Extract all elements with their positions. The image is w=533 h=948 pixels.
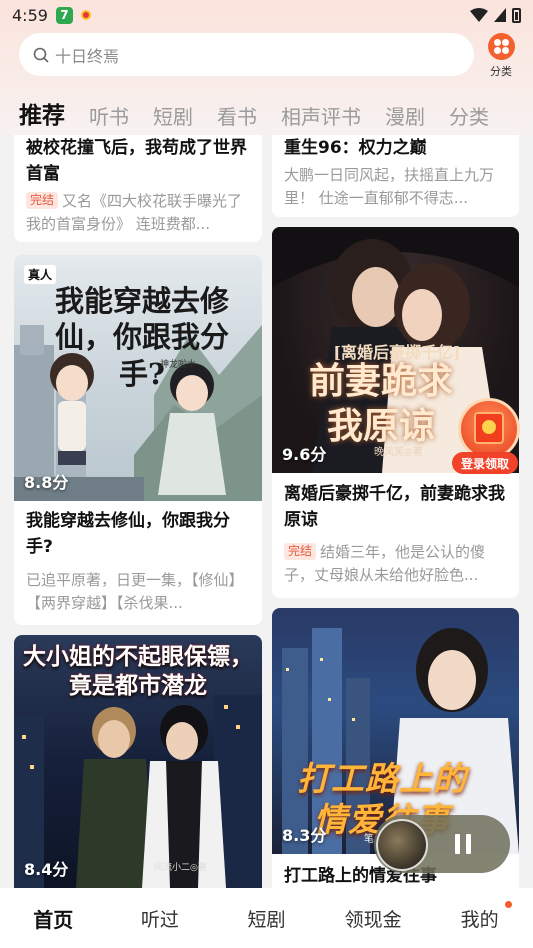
tab-audiobooks[interactable]: 听书: [89, 101, 129, 130]
category-button[interactable]: 分类: [484, 33, 518, 79]
nav-earn-cash[interactable]: 领现金: [320, 905, 427, 932]
battery-icon: [512, 7, 521, 23]
nav-history[interactable]: 听过: [107, 905, 214, 932]
bottom-navigation: 首页 听过 短剧 领现金 我的: [0, 888, 533, 948]
cover-title: 我能穿越去修仙，你跟我分手?: [54, 284, 229, 391]
book-desc: 已追平原著，日更一集，【修仙】【两界穿越】【杀伐果...: [26, 571, 244, 612]
book-cover: 大小姐的不起眼保镖，竟是都市潜龙 风流小二◎著 8.4分: [14, 635, 262, 888]
cover-author: 笔: [364, 834, 374, 845]
completed-badge: 完结: [26, 192, 59, 209]
cover-author: 风流小二◎著: [154, 863, 207, 873]
tab-recommend[interactable]: 推荐: [19, 96, 65, 130]
book-title: 离婚后豪掷千亿，前妻跪求我原谅: [284, 484, 505, 531]
notification-dot-icon: [504, 900, 512, 908]
book-cover: 我能穿越去修仙，你跟我分手? 神龙啦水 真人 8.8分: [14, 255, 262, 501]
completed-badge: 完结: [284, 543, 317, 560]
real-person-badge: 真人: [24, 265, 57, 284]
book-desc: 大鹏一日同风起，扶摇直上九万里！ 仕途一直郁郁不得志...: [284, 166, 495, 207]
status-bar: 4:59 7: [0, 0, 533, 30]
category-label: 分类: [490, 65, 512, 78]
book-desc: 完结 又名《四大校花联手曝光了我的首富身份》 连班费都...: [26, 192, 243, 233]
pause-icon[interactable]: [455, 834, 473, 854]
nav-home[interactable]: 首页: [0, 904, 107, 933]
book-score: 8.8分: [24, 473, 69, 492]
wifi-icon: [470, 8, 488, 22]
tab-short-drama[interactable]: 短剧: [153, 101, 193, 130]
notification-dot-icon: [80, 10, 91, 20]
app-notification-icon: 7: [55, 6, 73, 24]
search-placeholder: 十日终焉: [55, 46, 120, 66]
search-input[interactable]: 十日终焉: [19, 33, 474, 76]
book-desc: 完结 结婚三年，他是公认的傻子，丈母娘从未给他好脸色...: [284, 543, 486, 584]
cover-author: 晚风笑◎著: [374, 447, 423, 458]
book-title: 我能穿越去修仙，你跟我分手?: [26, 511, 230, 558]
tab-category[interactable]: 分类: [449, 101, 489, 130]
search-icon: [33, 47, 49, 63]
coin-icon: [482, 420, 496, 434]
book-card[interactable]: 被校花撞飞后，我苟成了世界首富 完结 又名《四大校花联手曝光了我的首富身份》 连班…: [14, 135, 262, 242]
book-card[interactable]: 大小姐的不起眼保镖，竟是都市潜龙 风流小二◎著 8.4分: [14, 635, 262, 888]
status-time: 4:59: [12, 5, 48, 25]
book-card[interactable]: 我能穿越去修仙，你跟我分手? 神龙啦水 真人 8.8分 我能穿越去修仙，你跟我分…: [14, 255, 262, 625]
tab-reading[interactable]: 看书: [217, 101, 257, 130]
book-score: 8.3分: [282, 826, 327, 845]
book-title: 重生96：权力之巅: [284, 138, 427, 158]
cover-title: 大小姐的不起眼保镖，竟是都市潜龙: [23, 644, 253, 699]
book-card[interactable]: 重生96：权力之巅 大鹏一日同风起，扶摇直上九万里！ 仕途一直郁郁不得志...: [272, 135, 519, 217]
nav-profile[interactable]: 我的: [426, 900, 533, 932]
book-score: 9.6分: [282, 445, 327, 464]
top-tabs: 推荐 听书 短剧 看书 相声评书 漫剧 分类: [0, 92, 533, 130]
tab-comic-drama[interactable]: 漫剧: [385, 101, 425, 130]
player-cover-thumbnail[interactable]: [376, 819, 428, 871]
reward-label: 登录领取: [452, 452, 518, 474]
book-feed: 被校花撞飞后，我苟成了世界首富 完结 又名《四大校花联手曝光了我的首富身份》 连班…: [0, 135, 533, 888]
tab-crosstalk[interactable]: 相声评书: [281, 101, 361, 130]
cover-title: 前妻跪求我原谅: [308, 360, 453, 447]
nav-short-drama[interactable]: 短剧: [213, 905, 320, 932]
book-score: 8.4分: [24, 860, 69, 879]
login-reward-button[interactable]: 登录领取: [452, 398, 522, 478]
book-title: 被校花撞飞后，我苟成了世界首富: [26, 138, 247, 185]
cover-author: 神龙啦水: [160, 360, 197, 370]
category-icon: [487, 33, 515, 60]
signal-icon: [494, 8, 506, 22]
mini-player[interactable]: [374, 815, 510, 873]
